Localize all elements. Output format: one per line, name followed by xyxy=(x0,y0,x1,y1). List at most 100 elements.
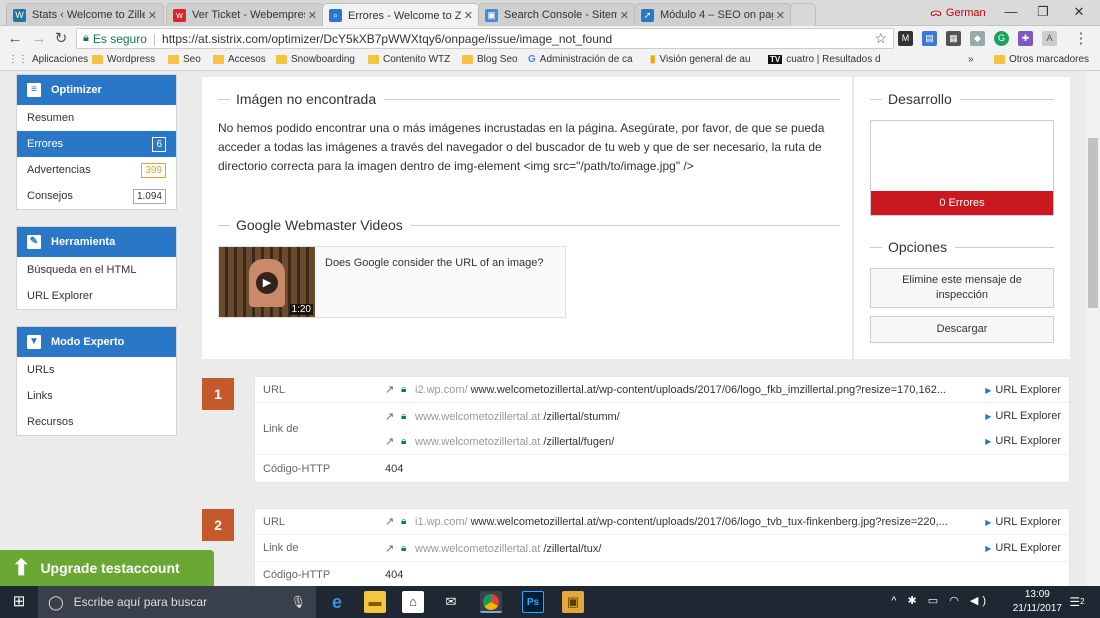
bookmark-administracion[interactable]: G Administración de ca xyxy=(528,54,633,65)
dev-heading: Desarrollo xyxy=(870,91,1054,107)
sidebar-header[interactable]: ✎ Herramienta xyxy=(17,227,176,257)
sidebar-item-urls[interactable]: URLs xyxy=(17,357,176,383)
close-icon[interactable]: ✕ xyxy=(305,9,317,22)
remove-message-button[interactable]: Elimine este mensaje de inspección xyxy=(870,268,1054,308)
link-value[interactable]: ↗ 🔒︎ www.welcometozillertal.at/zillertal/s… xyxy=(385,410,970,424)
mail-icon[interactable]: ✉ xyxy=(440,591,462,613)
bookmark-label: Blog Seo xyxy=(477,54,518,65)
profile-button[interactable]: ᯅ German xyxy=(930,5,986,20)
bookmark-cuatro[interactable]: TV cuatro | Resultados d xyxy=(768,54,881,65)
url-value[interactable]: ↗ 🔒︎ i2.wp.com/www.welcometozillertal.at/w… xyxy=(385,383,970,397)
microphone-icon[interactable]: 🎙︎ xyxy=(291,595,306,609)
clock[interactable]: 13:09 21/11/2017 xyxy=(1013,588,1062,616)
sidebar-item-url-explorer[interactable]: URL Explorer xyxy=(17,283,176,309)
extension-puzzle-icon[interactable]: ✚ xyxy=(1018,31,1033,46)
sidebar-optimizer: ≡ Optimizer Resumen Errores 6 Advertencia… xyxy=(16,74,177,210)
sidebar-item-advertencias[interactable]: Advertencias 399 xyxy=(17,157,176,183)
close-icon[interactable]: ✕ xyxy=(617,9,629,22)
taskbar-search[interactable]: ◯ Escribe aquí para buscar 🎙︎ xyxy=(38,586,316,618)
url-explorer-link[interactable]: ▶ URL Explorer xyxy=(985,516,1061,528)
extension-chart-icon[interactable]: ▤ xyxy=(922,31,937,46)
system-tray-icons[interactable]: ^ ✱ ▭ ◠ ◀) xyxy=(891,594,990,607)
external-link-icon[interactable]: ↗ xyxy=(385,410,398,423)
url-explorer-link[interactable]: ▶ URL Explorer xyxy=(985,542,1061,554)
sidebar-item-busqueda-html[interactable]: Búsqueda en el HTML xyxy=(17,257,176,283)
reload-icon[interactable]: ↻ xyxy=(52,30,70,48)
app-folder-icon[interactable]: ▣ xyxy=(562,591,584,613)
bookmark-wordpress[interactable]: Wordpress xyxy=(92,54,155,65)
star-icon[interactable]: ☆ xyxy=(874,30,887,47)
external-link-icon[interactable]: ↗ xyxy=(385,435,398,448)
caret-right-icon: ▶ xyxy=(985,517,992,527)
link-host: www.welcometozillertal.at xyxy=(415,410,541,423)
bookmark-apps[interactable]: ⋮⋮ Aplicaciones xyxy=(8,54,88,65)
bookmark-contenito[interactable]: Contenito WTZ xyxy=(368,54,450,65)
bookmark-seo[interactable]: Seo xyxy=(168,54,201,65)
upgrade-button[interactable]: ⬆ Upgrade testaccount xyxy=(0,550,214,586)
search-circle-icon: ◯ xyxy=(48,593,64,610)
photoshop-icon[interactable]: Ps xyxy=(522,591,544,613)
external-link-icon[interactable]: ↗ xyxy=(385,515,398,528)
extension-g-icon[interactable]: G xyxy=(994,31,1009,46)
video-thumbnail[interactable]: ▶ 1:20 xyxy=(219,247,315,317)
sidebar-item-recursos[interactable]: Recursos xyxy=(17,409,176,435)
external-link-icon[interactable]: ↗ xyxy=(385,542,398,555)
play-icon[interactable]: ▶ xyxy=(256,272,278,294)
scrollbar-thumb[interactable] xyxy=(1088,138,1098,308)
url-host: i2.wp.com/ xyxy=(415,383,468,396)
file-explorer-icon[interactable]: ▬ xyxy=(364,591,386,613)
extension-grid-icon[interactable]: ▦ xyxy=(946,31,961,46)
minimize-button[interactable]: — xyxy=(996,3,1026,21)
windows-start-icon[interactable]: ⊞ xyxy=(8,591,30,613)
sidebar-item-label: Recursos xyxy=(27,416,74,428)
notifications-icon[interactable]: ☰2 xyxy=(1066,591,1088,613)
sidebar-item-links[interactable]: Links xyxy=(17,383,176,409)
address-input[interactable]: 🔒︎ Es seguro | https://at.sistrix.com/op… xyxy=(76,28,894,49)
sidebar-item-consejos[interactable]: Consejos 1.094 xyxy=(17,183,176,209)
chrome-icon[interactable] xyxy=(480,591,502,613)
new-tab-button[interactable] xyxy=(790,3,816,26)
user-name: German xyxy=(945,6,986,19)
sidebar-header[interactable]: ▼ Modo Experto xyxy=(17,327,176,357)
close-window-button[interactable]: ✕ xyxy=(1064,3,1094,21)
maximize-button[interactable]: ❐ xyxy=(1028,3,1058,21)
url-explorer-link[interactable]: ▶ URL Explorer xyxy=(985,410,1061,422)
tab-stats[interactable]: W Stats ‹ Welcome to Zillertal ✕ xyxy=(6,3,164,26)
download-button[interactable]: Descargar xyxy=(870,316,1054,343)
close-icon[interactable]: ✕ xyxy=(773,9,785,22)
bookmark-snowboarding[interactable]: Snowboarding xyxy=(276,54,355,65)
sidebar-header[interactable]: ≡ Optimizer xyxy=(17,75,176,105)
sidebar-item-resumen[interactable]: Resumen xyxy=(17,105,176,131)
more-bookmarks[interactable]: » xyxy=(968,54,974,65)
menu-icon[interactable]: ⋮ xyxy=(1072,30,1090,48)
sidebar-herramienta: ✎ Herramienta Búsqueda en el HTML URL Ex… xyxy=(16,226,177,310)
forward-arrow-icon[interactable]: → xyxy=(30,30,48,48)
video-title[interactable]: Does Google consider the URL of an image… xyxy=(325,257,544,269)
link-value[interactable]: ↗ 🔒︎ www.welcometozillertal.at/zillertal/t… xyxy=(385,542,970,556)
external-link-icon[interactable]: ↗ xyxy=(385,383,398,396)
tab-search-console[interactable]: ▣ Search Console - Sitemaps ✕ xyxy=(478,3,636,26)
close-icon[interactable]: ✕ xyxy=(145,9,157,22)
bookmark-accesos[interactable]: Accesos xyxy=(213,54,266,65)
bookmark-analytics[interactable]: ▮ Visión general de au xyxy=(650,54,751,65)
tab-modulo-4[interactable]: ➚ Módulo 4 – SEO on page ✕ xyxy=(634,3,792,26)
video-card[interactable]: ▶ 1:20 Does Google consider the URL of a… xyxy=(218,246,566,318)
link-value[interactable]: ↗ 🔒︎ www.welcometozillertal.at/zillertal/f… xyxy=(385,435,970,449)
notification-count: 2 xyxy=(1080,597,1085,606)
sidebar-item-label: Resumen xyxy=(27,112,75,124)
extension-pdf-icon[interactable]: A xyxy=(1042,31,1057,46)
url-explorer-link[interactable]: ▶ URL Explorer xyxy=(985,435,1061,447)
extension-m-icon[interactable]: M xyxy=(898,31,913,46)
url-explorer-link[interactable]: ▶ URL Explorer xyxy=(985,384,1061,396)
sidebar-item-errores[interactable]: Errores 6 xyxy=(17,131,176,157)
back-arrow-icon[interactable]: ← xyxy=(6,30,24,48)
bookmark-blog-seo[interactable]: Blog Seo xyxy=(462,54,518,65)
extension-dropbox-icon[interactable]: ◆ xyxy=(970,31,985,46)
close-icon[interactable]: ✕ xyxy=(461,9,473,22)
edge-icon[interactable]: e xyxy=(326,591,348,613)
tab-ver-ticket[interactable]: w Ver Ticket - Webempresa ✕ xyxy=(166,3,324,26)
tab-errores[interactable]: ⌕ Errores - Welcome to Zillertal ✕ xyxy=(322,3,480,27)
url-value[interactable]: ↗ 🔒︎ i1.wp.com/www.welcometozillertal.at/w… xyxy=(385,515,970,529)
bookmark-other[interactable]: Otros marcadores xyxy=(994,54,1089,65)
store-icon[interactable]: ⌂ xyxy=(402,591,424,613)
